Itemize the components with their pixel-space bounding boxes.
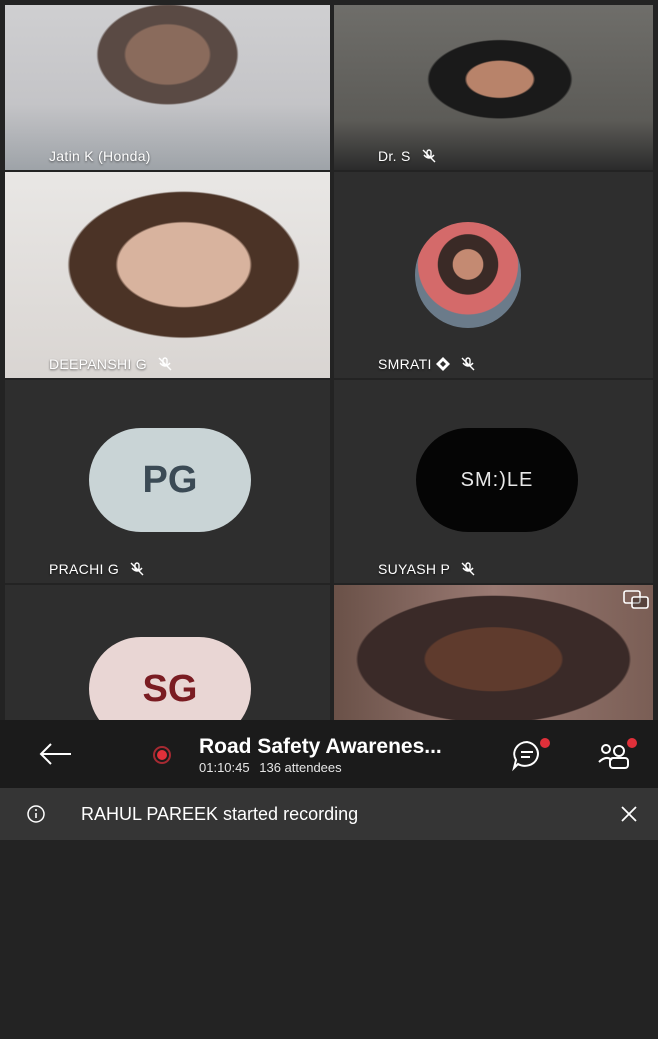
avatar — [415, 222, 521, 328]
recording-notification-text: RAHUL PAREEK started recording — [81, 804, 359, 824]
avatar-text: SM:)LE — [460, 468, 534, 491]
participant-video — [5, 172, 330, 378]
avatar: PG — [89, 428, 251, 532]
participant-tile-suyash[interactable]: SM:)LE SUYASH P — [334, 380, 653, 583]
recording-indicator — [153, 746, 171, 764]
mic-off-icon — [461, 357, 475, 371]
participant-video — [5, 5, 330, 170]
participant-tile-sg[interactable]: SG — [5, 585, 330, 720]
participant-tile-deepanshi[interactable]: DEEPANSHI G — [5, 172, 330, 378]
participants-button[interactable] — [597, 738, 637, 774]
participant-tile-smrati[interactable]: SMRATI — [334, 172, 653, 378]
meeting-control-bar: Road Safety Awarenes... 01:10:45 136 att… — [0, 720, 658, 788]
recording-dot — [157, 750, 167, 760]
participant-tile-jatin[interactable]: Jatin K (Honda) — [5, 5, 330, 170]
mic-off-icon — [461, 562, 475, 576]
participant-tile-prachi[interactable]: PG PRACHI G — [5, 380, 330, 583]
participant-name: SUYASH P — [378, 561, 451, 577]
avatar: SG — [89, 637, 251, 720]
participant-name: Dr. S — [378, 148, 411, 164]
meeting-attendees: 136 attendees — [259, 760, 342, 775]
participant-name: DEEPANSHI G — [49, 356, 147, 372]
meeting-title: Road Safety Awarenes... — [199, 735, 442, 758]
mic-off-icon — [422, 149, 436, 163]
participant-tile-dr-s[interactable]: Dr. S — [334, 5, 653, 170]
chat-button[interactable] — [510, 738, 550, 774]
participant-name: SMRATI — [378, 356, 432, 372]
participant-video — [334, 5, 653, 170]
mic-off-icon — [130, 562, 144, 576]
close-icon[interactable] — [620, 805, 638, 823]
recording-notification: RAHUL PAREEK started recording — [0, 788, 658, 840]
participants-notification-dot — [627, 738, 637, 748]
avatar-initials: PG — [142, 458, 198, 501]
people-icon — [598, 744, 629, 769]
participant-name: PRACHI G — [49, 561, 120, 577]
avatar: SM:)LE — [416, 428, 578, 532]
avatar-initials: SG — [142, 667, 198, 710]
back-arrow-icon[interactable] — [38, 742, 74, 766]
meeting-info: 01:10:45 136 attendees — [199, 760, 342, 775]
mic-off-icon — [158, 357, 172, 371]
chat-notification-dot — [540, 738, 550, 748]
meeting-duration: 01:10:45 — [199, 760, 250, 775]
participant-tile-video[interactable] — [334, 585, 653, 720]
camera-switch-icon[interactable] — [623, 589, 649, 609]
info-icon — [27, 805, 45, 823]
participant-name: Jatin K (Honda) — [49, 148, 151, 164]
verified-badge-icon — [435, 357, 450, 371]
chat-icon — [512, 740, 539, 772]
participant-video — [334, 585, 653, 720]
